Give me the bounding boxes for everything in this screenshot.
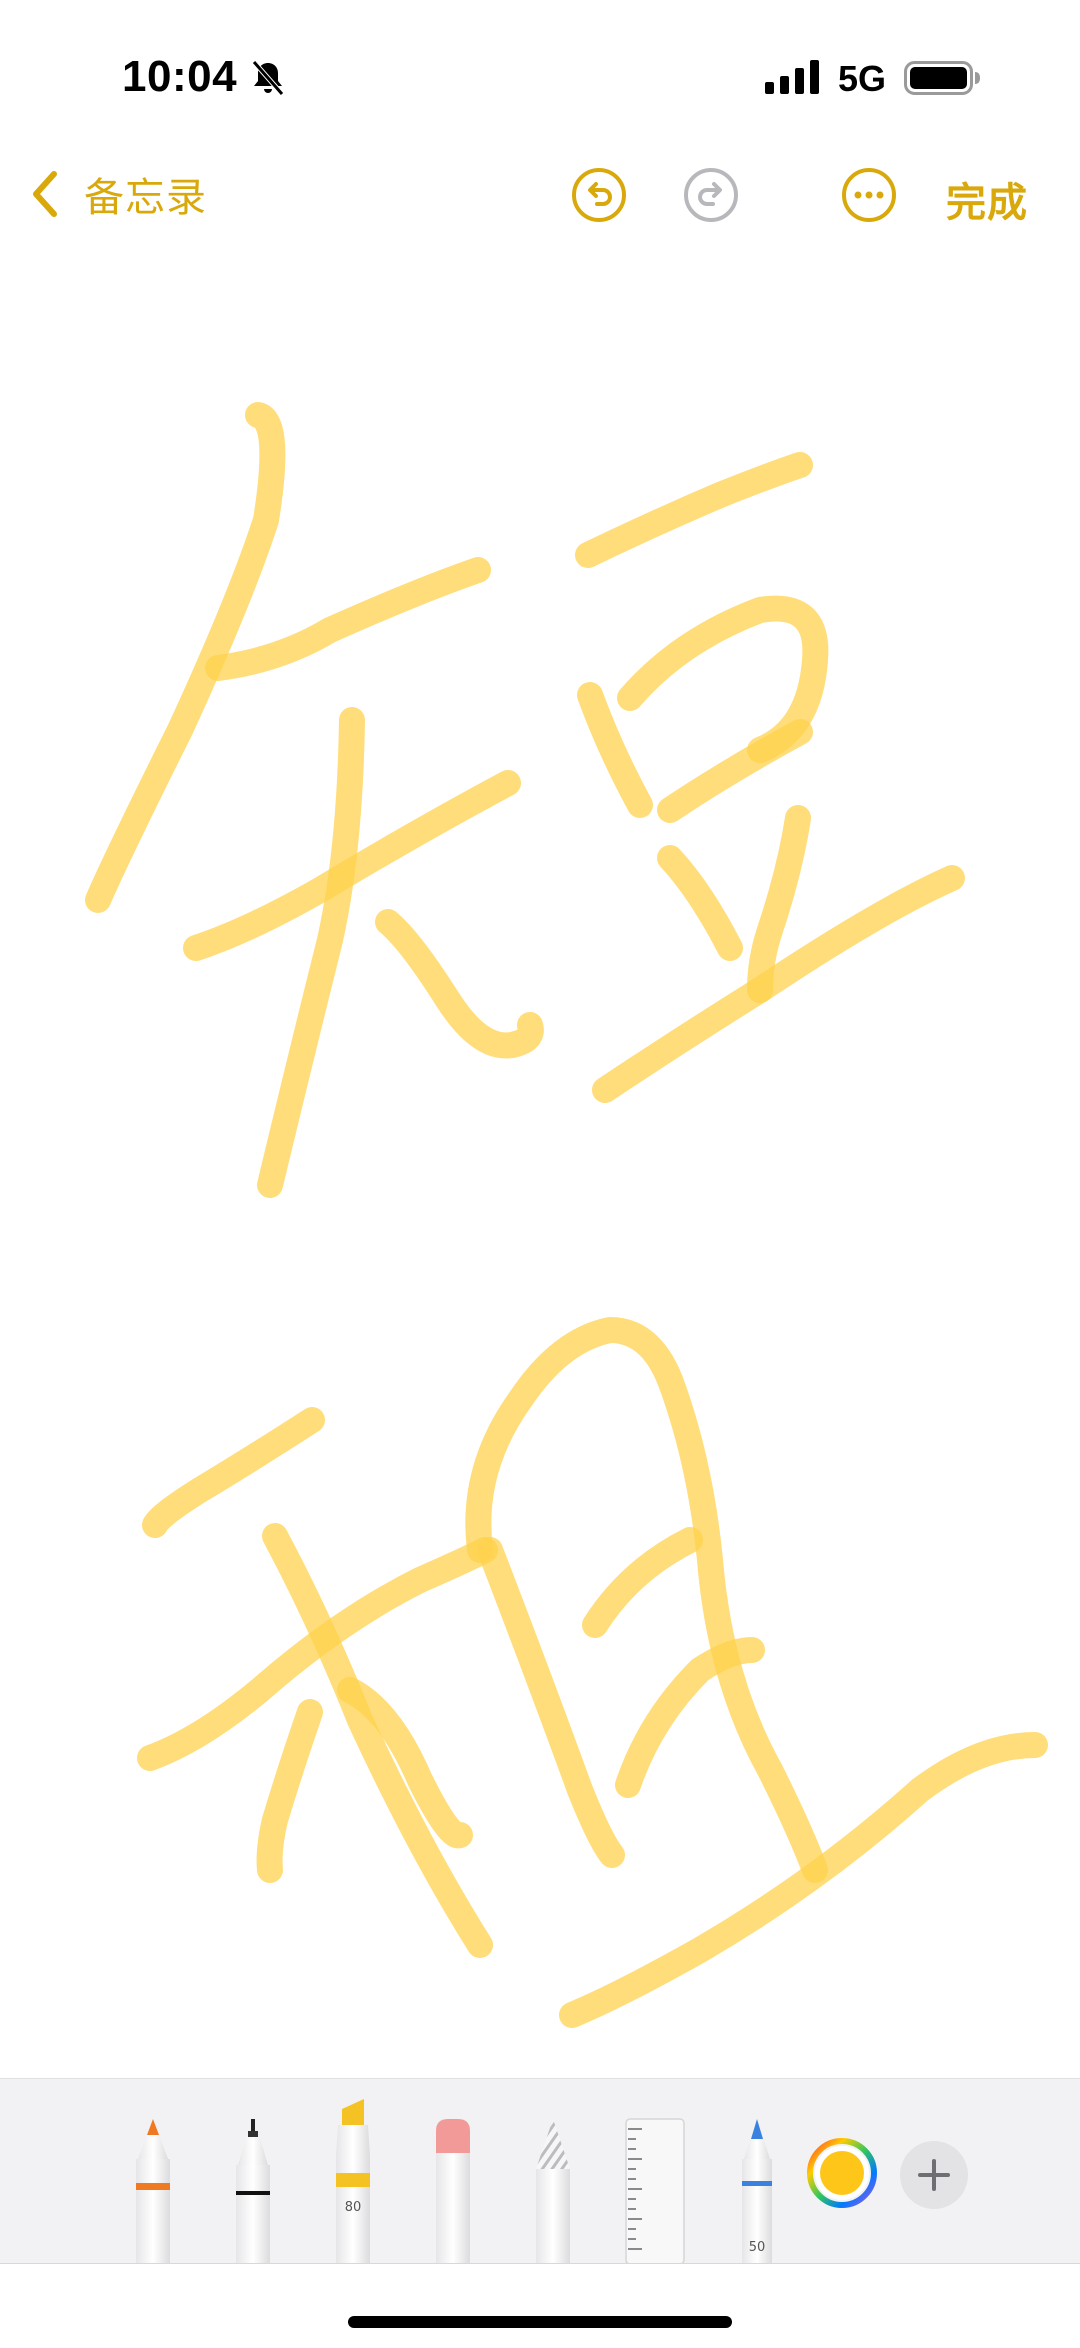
- home-indicator-area: [0, 2263, 1080, 2348]
- network-type: 5G: [838, 58, 887, 99]
- back-label: 备忘录: [84, 176, 207, 220]
- redo-icon[interactable]: [682, 166, 740, 224]
- signal-icon: [765, 60, 819, 94]
- color-picker-button[interactable]: [806, 2137, 878, 2209]
- marker-tool[interactable]: 80: [328, 2097, 378, 2264]
- drawing-tool-palette: 80 50: [0, 2078, 1080, 2264]
- chevron-left-icon: [33, 171, 57, 217]
- lasso-tool[interactable]: [528, 2117, 578, 2264]
- ink-stroke: [205, 557, 491, 681]
- status-bar: 10:04 5G: [0, 0, 1080, 150]
- navigation-bar: 备忘录 完成: [0, 150, 1080, 240]
- ink-stroke: [256, 1699, 323, 1883]
- drawing-canvas[interactable]: [0, 240, 1080, 2078]
- battery-icon: [904, 61, 980, 95]
- done-button[interactable]: 完成: [946, 170, 1028, 228]
- ink-stroke: [257, 707, 365, 1198]
- bell-slash-icon: [252, 60, 284, 96]
- status-time: 10:04: [122, 52, 238, 101]
- ink-stroke: [465, 1317, 828, 1883]
- ruler-tool[interactable]: [622, 2117, 688, 2264]
- marker-size-label: 80: [345, 2200, 362, 2215]
- crayon-size-label: 50: [749, 2240, 766, 2255]
- pen-tool[interactable]: [128, 2117, 178, 2264]
- crayon-tool[interactable]: 50: [732, 2117, 782, 2264]
- add-tool-button[interactable]: [898, 2139, 970, 2211]
- ink-stroke: [657, 719, 813, 823]
- fineliner-tool[interactable]: [228, 2117, 278, 2264]
- selected-color-swatch: [820, 2151, 864, 2195]
- ink-stroke: [477, 1537, 625, 1868]
- undo-icon[interactable]: [570, 166, 628, 224]
- eraser-tool[interactable]: [428, 2117, 478, 2264]
- home-indicator[interactable]: [348, 2316, 732, 2328]
- ink-stroke: [375, 909, 544, 1059]
- ink-stroke: [582, 1527, 703, 1638]
- more-icon[interactable]: [840, 166, 898, 224]
- ink-stroke: [142, 1407, 325, 1538]
- handwriting-strokes: [85, 402, 1048, 2028]
- back-button[interactable]: 备忘录: [28, 164, 207, 224]
- ink-stroke: [577, 682, 653, 818]
- ink-stroke: [657, 845, 743, 961]
- ink-stroke: [575, 452, 813, 568]
